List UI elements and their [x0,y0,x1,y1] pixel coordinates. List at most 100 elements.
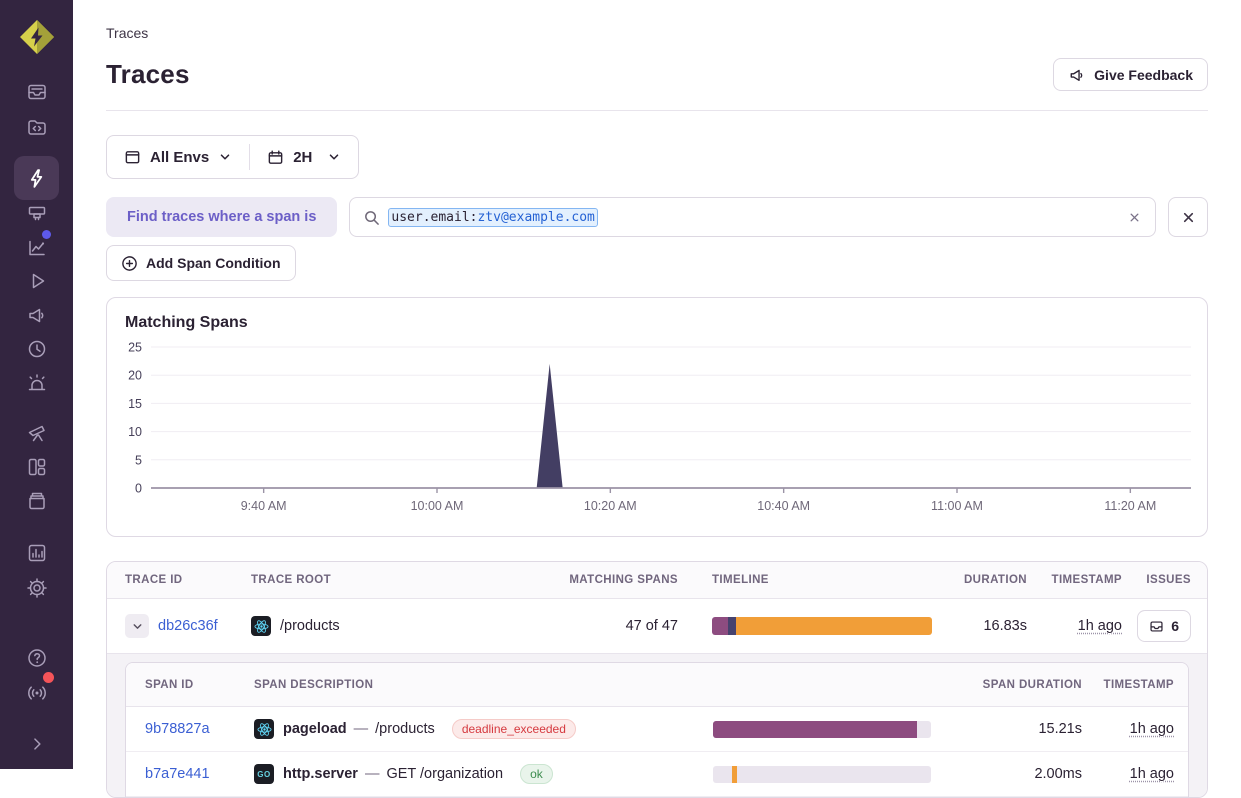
time-range-filter-label: 2H [293,149,312,166]
sidebar-item-insights[interactable] [0,231,73,265]
span-id-link[interactable]: b7a7e441 [145,766,254,782]
go-platform-icon: GO [254,764,274,784]
span-description: GET /organization [386,766,503,782]
chevron-down-icon [131,620,144,633]
projector-icon [26,202,48,224]
span-timestamp[interactable]: 1h ago [1130,721,1174,737]
span-row: 9b78827a pageload—/products [126,707,1188,752]
col-timeline: TIMELINE [678,574,936,586]
search-query-token[interactable]: user.email:ztv@example.com [388,208,598,227]
main-content: Traces Traces Give Feedback All Envs [73,0,1241,769]
trace-timeline-bar [712,617,932,635]
gear-icon [26,577,48,599]
span-condition-label: Find traces where a span is [106,197,337,237]
sidebar-collapse-toggle[interactable] [0,727,73,761]
span-id-link[interactable]: 9b78827a [145,721,254,737]
sidebar-item-replays[interactable] [0,264,73,298]
chart-title: Matching Spans [125,314,1189,332]
collapse-row-button[interactable] [125,614,149,638]
svg-text:10: 10 [128,425,142,439]
separator: — [347,721,376,737]
environment-filter-label: All Envs [150,149,209,166]
stats-bars-icon [26,542,48,564]
col-span-duration: SPAN DURATION [983,679,1082,691]
span-duration: 2.00ms [1034,766,1082,782]
lightning-icon [25,167,48,190]
svg-text:0: 0 [135,482,142,496]
spans-table: SPAN ID SPAN DESCRIPTION SPAN DURATION T… [125,662,1189,797]
span-duration: 15.21s [1038,721,1082,737]
col-span-timestamp: TIMESTAMP [1104,679,1174,691]
environment-filter[interactable]: All Envs [107,136,249,178]
sidebar-item-history[interactable] [0,332,73,366]
telescope-icon [26,422,48,444]
trace-root-name: /products [280,618,340,634]
clear-search-button[interactable] [1127,210,1142,225]
notification-dot [42,230,51,239]
help-icon [26,647,48,669]
matching-spans-count: 47 of 47 [626,618,678,634]
matching-spans-panel: Matching Spans 05101520259:40 AM10:00 AM… [106,297,1208,537]
status-badge: ok [520,764,553,784]
chevron-down-icon [327,150,341,164]
megaphone-icon [1068,66,1086,84]
issues-count: 6 [1171,618,1179,634]
traces-table-header: TRACE ID TRACE ROOT MATCHING SPANS TIMEL… [107,562,1207,599]
give-feedback-button[interactable]: Give Feedback [1053,58,1208,91]
sidebar-item-traces[interactable] [14,156,59,200]
span-timeline-bar [713,721,931,738]
remove-condition-button[interactable] [1168,197,1208,237]
span-timeline-bar [713,766,931,783]
svg-text:15: 15 [128,397,142,411]
trace-issues-button[interactable]: 6 [1137,610,1191,642]
clear-x-icon [1127,210,1142,225]
trace-id-link[interactable]: db26c36f [158,618,218,634]
sidebar-item-alerts[interactable] [0,366,73,400]
trace-row: db26c36f /products 47 of 47 16 [107,599,1207,653]
inbox-icon [26,81,48,103]
sidebar-item-explore[interactable] [0,110,73,144]
inbox-icon [1149,619,1164,634]
dashboard-icon [26,456,48,478]
col-span-id: SPAN ID [145,679,254,691]
query-key: user.email: [391,210,477,225]
sidebar-item-stats[interactable] [0,536,73,570]
chevron-down-icon [218,150,232,164]
time-range-filter[interactable]: 2H [250,136,358,178]
col-issues: ISSUES [1146,574,1191,586]
megaphone-icon [26,304,48,326]
breadcrumb[interactable]: Traces [106,25,1208,41]
sidebar [0,0,73,769]
add-span-condition-button[interactable]: Add Span Condition [106,245,296,281]
col-duration: DURATION [964,574,1027,586]
archive-box-icon [26,490,48,512]
sidebar-item-feedback[interactable] [0,298,73,332]
sidebar-item-settings[interactable] [0,571,73,605]
sidebar-item-discover[interactable] [0,416,73,450]
calendar-icon [267,149,284,166]
matching-spans-chart: 05101520259:40 AM10:00 AM10:20 AM10:40 A… [125,339,1193,517]
svg-text:10:40 AM: 10:40 AM [757,499,810,513]
trace-timestamp[interactable]: 1h ago [1078,618,1122,634]
play-icon [26,270,48,292]
sidebar-item-help[interactable] [0,641,73,675]
notification-dot-red [43,672,54,683]
sidebar-item-whats-new[interactable] [0,675,73,709]
svg-text:10:20 AM: 10:20 AM [584,499,637,513]
sidebar-item-archive[interactable] [0,484,73,518]
span-timestamp[interactable]: 1h ago [1130,766,1174,782]
status-badge: deadline_exceeded [452,719,576,739]
svg-text:9:40 AM: 9:40 AM [241,499,287,513]
broadcast-icon [26,681,48,703]
span-search-input[interactable]: user.email:ztv@example.com [349,197,1156,237]
sidebar-item-issues[interactable] [0,75,73,109]
code-folder-icon [26,116,48,138]
chevron-right-icon [28,735,46,753]
plus-circle-icon [121,255,138,272]
page-filters: All Envs 2H [106,135,359,179]
siren-icon [26,372,48,394]
sidebar-item-dashboards[interactable] [0,450,73,484]
sentry-logo[interactable] [16,16,58,58]
sidebar-item-projects[interactable] [0,196,73,230]
traces-table: TRACE ID TRACE ROOT MATCHING SPANS TIMEL… [106,561,1208,798]
